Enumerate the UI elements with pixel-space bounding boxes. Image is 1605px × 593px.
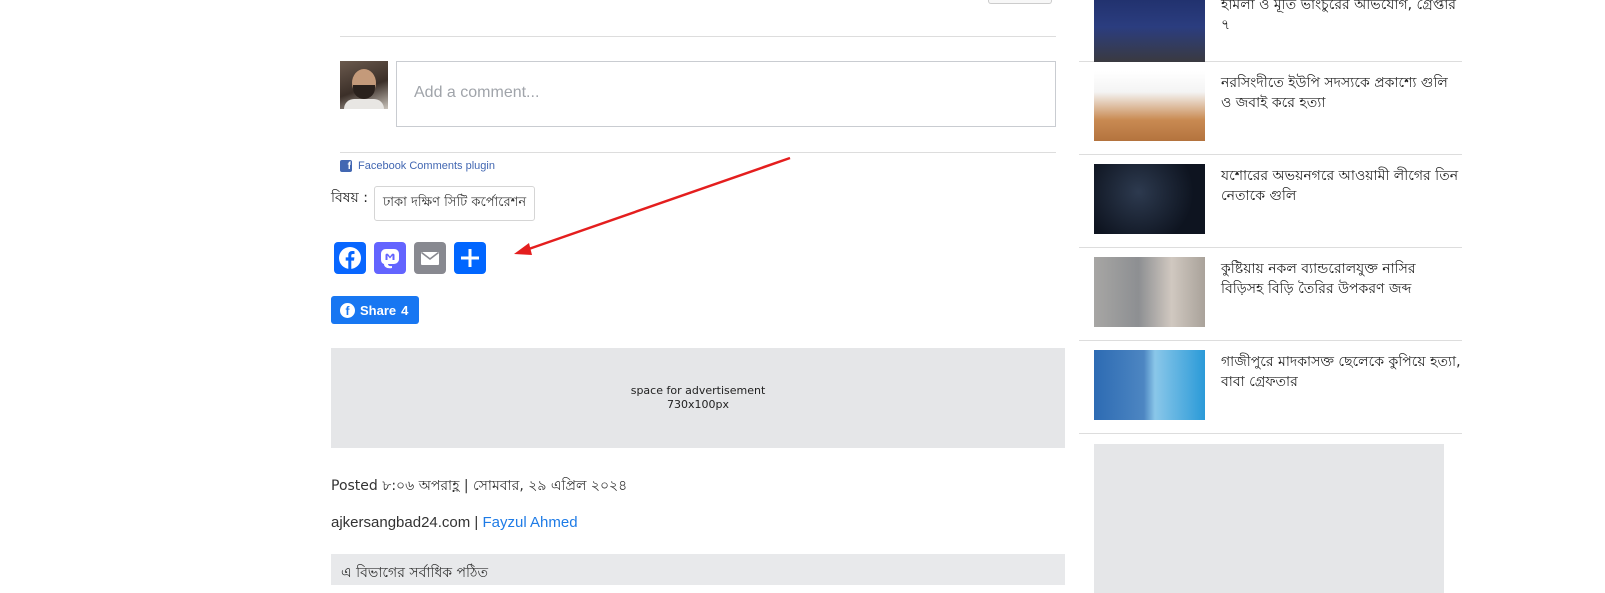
list-item[interactable]: হামলা ও মূর্তি ভাংচুরের অভিযোগ, গ্রেপ্তা… (1079, 0, 1462, 62)
user-avatar (340, 61, 388, 109)
news-thumbnail[interactable] (1094, 0, 1205, 62)
facebook-icon: f (340, 160, 352, 172)
news-thumbnail[interactable] (1094, 71, 1205, 141)
news-title[interactable]: হামলা ও মূর্তি ভাংচুরের অভিযোগ, গ্রেপ্তা… (1221, 0, 1462, 35)
posted-time: Posted ৮:০৬ অপরাহ্ণ | সোমবার, ২৯ এপ্রিল … (331, 478, 628, 494)
subject-label: বিষয় : (331, 190, 368, 206)
advertisement-placeholder: space for advertisement 730x100px (331, 348, 1065, 448)
share-label: Share (360, 302, 397, 318)
sidebar-ad-placeholder (1094, 444, 1444, 593)
ad-line-2: 730x100px (667, 398, 729, 411)
subject-tag[interactable]: ঢাকা দক্ষিণ সিটি কর্পোরেশন (373, 186, 536, 221)
author-link[interactable]: Fayzul Ahmed (483, 514, 578, 531)
subject-row: বিষয় : ঢাকা দক্ষিণ সিটি কর্পোরেশন (331, 186, 536, 221)
email-icon[interactable] (414, 242, 446, 274)
share-icons (334, 242, 486, 274)
news-title[interactable]: নরসিংদীতে ইউপি সদস্যকে প্রকাশ্যে গুলি ও … (1221, 71, 1462, 113)
list-item[interactable]: গাজীপুরে মাদকাসক্ত ছেলেকে কুপিয়ে হত্যা,… (1079, 341, 1462, 434)
credit-line: ajkersangbad24.com | Fayzul Ahmed (331, 514, 578, 531)
ad-line-1: space for advertisement (630, 384, 766, 397)
share-count: 4 (401, 302, 409, 318)
mastodon-icon[interactable] (374, 242, 406, 274)
plugin-label: Facebook Comments plugin (358, 160, 495, 172)
list-item[interactable]: যশোরের অভয়নগরে আওয়ামী লীগের তিন নেতাকে… (1079, 155, 1462, 248)
facebook-icon: f (340, 302, 355, 318)
top-button-stub[interactable] (988, 0, 1052, 4)
facebook-comments-plugin-link[interactable]: f Facebook Comments plugin (340, 160, 495, 172)
news-title[interactable]: কুষ্টিয়ায় নকল ব্যান্ডরোলযুক্ত নাসির বি… (1221, 257, 1462, 299)
divider (340, 152, 1056, 153)
comment-input[interactable]: Add a comment... (396, 61, 1056, 127)
facebook-icon[interactable] (334, 242, 366, 274)
site-name: ajkersangbad24.com | (331, 514, 479, 531)
list-item[interactable]: নরসিংদীতে ইউপি সদস্যকে প্রকাশ্যে গুলি ও … (1079, 62, 1462, 155)
most-read-heading: এ বিভাগের সর্বাধিক পঠিত (331, 554, 1065, 585)
news-thumbnail[interactable] (1094, 350, 1205, 420)
news-thumbnail[interactable] (1094, 257, 1205, 327)
sidebar-news-list: হামলা ও মূর্তি ভাংচুরের অভিযোগ, গ্রেপ্তা… (1079, 0, 1462, 434)
facebook-share-button[interactable]: f Share 4 (331, 296, 419, 324)
news-title[interactable]: যশোরের অভয়নগরে আওয়ামী লীগের তিন নেতাকে… (1221, 164, 1462, 206)
news-thumbnail[interactable] (1094, 164, 1205, 234)
divider (340, 36, 1056, 37)
share-plus-icon[interactable] (454, 242, 486, 274)
news-title[interactable]: গাজীপুরে মাদকাসক্ত ছেলেকে কুপিয়ে হত্যা,… (1221, 350, 1462, 392)
list-item[interactable]: কুষ্টিয়ায় নকল ব্যান্ডরোলযুক্ত নাসির বি… (1079, 248, 1462, 341)
